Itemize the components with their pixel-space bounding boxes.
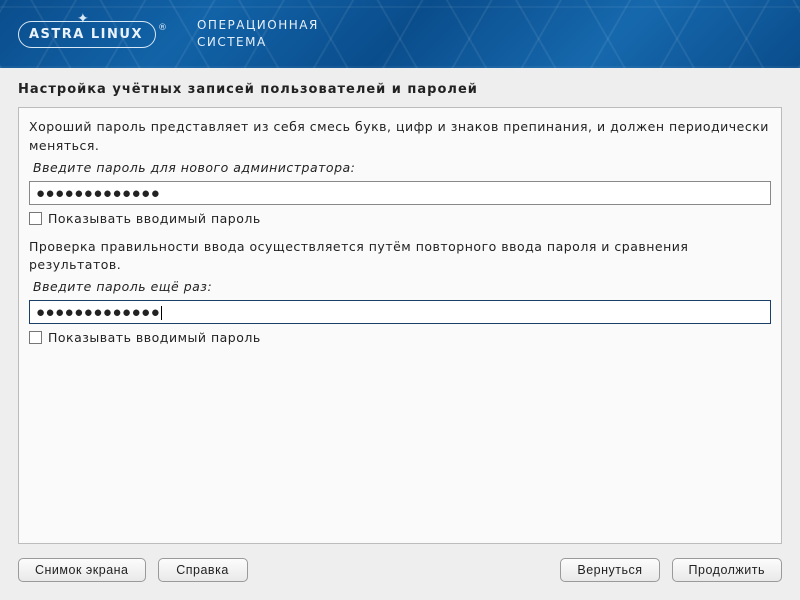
footer-spacer — [260, 558, 549, 582]
tagline-line1: ОПЕРАЦИОННАЯ — [197, 17, 319, 34]
show-password-checkbox-1[interactable] — [29, 212, 42, 225]
registered-icon: ® — [158, 23, 167, 33]
page-title-row: Настройка учётных записей пользователей … — [0, 68, 800, 107]
tagline-line2: СИСТЕМА — [197, 34, 319, 51]
back-button[interactable]: Вернуться — [560, 558, 659, 582]
show-password-checkbox-2[interactable] — [29, 331, 42, 344]
password-mask-1: ●●●●●●●●●●●●● — [36, 185, 160, 202]
admin-password-input[interactable]: ●●●●●●●●●●●●● — [29, 181, 771, 205]
main-panel: Хороший пароль представляет из себя смес… — [18, 107, 782, 544]
tagline: ОПЕРАЦИОННАЯ СИСТЕМА — [197, 17, 319, 51]
password-description-1: Хороший пароль представляет из себя смес… — [29, 118, 771, 156]
password-description-2: Проверка правильности ввода осуществляет… — [29, 238, 771, 276]
screenshot-button[interactable]: Снимок экрана — [18, 558, 146, 582]
installer-header: ✦ ASTRA LINUX ® ОПЕРАЦИОННАЯ СИСТЕМА — [0, 0, 800, 68]
page-title: Настройка учётных записей пользователей … — [18, 82, 782, 97]
password-prompt-1: Введите пароль для нового администратора… — [33, 160, 771, 175]
password-mask-2: ●●●●●●●●●●●●● — [36, 304, 160, 321]
show-password-label-1: Показывать вводимый пароль — [48, 211, 261, 226]
logo: ✦ ASTRA LINUX ® — [18, 21, 167, 48]
show-password-label-2: Показывать вводимый пароль — [48, 330, 261, 345]
star-icon: ✦ — [77, 12, 89, 26]
help-button[interactable]: Справка — [158, 558, 248, 582]
text-cursor — [161, 306, 162, 320]
logo-badge: ✦ ASTRA LINUX — [18, 21, 156, 48]
admin-password-confirm-input[interactable]: ●●●●●●●●●●●●● — [29, 300, 771, 324]
continue-button[interactable]: Продолжить — [672, 558, 782, 582]
show-password-row-2[interactable]: Показывать вводимый пароль — [29, 330, 771, 345]
logo-text: ASTRA LINUX — [29, 27, 143, 42]
footer-bar: Снимок экрана Справка Вернуться Продолжи… — [0, 544, 800, 600]
show-password-row-1[interactable]: Показывать вводимый пароль — [29, 211, 771, 226]
password-prompt-2: Введите пароль ещё раз: — [33, 279, 771, 294]
